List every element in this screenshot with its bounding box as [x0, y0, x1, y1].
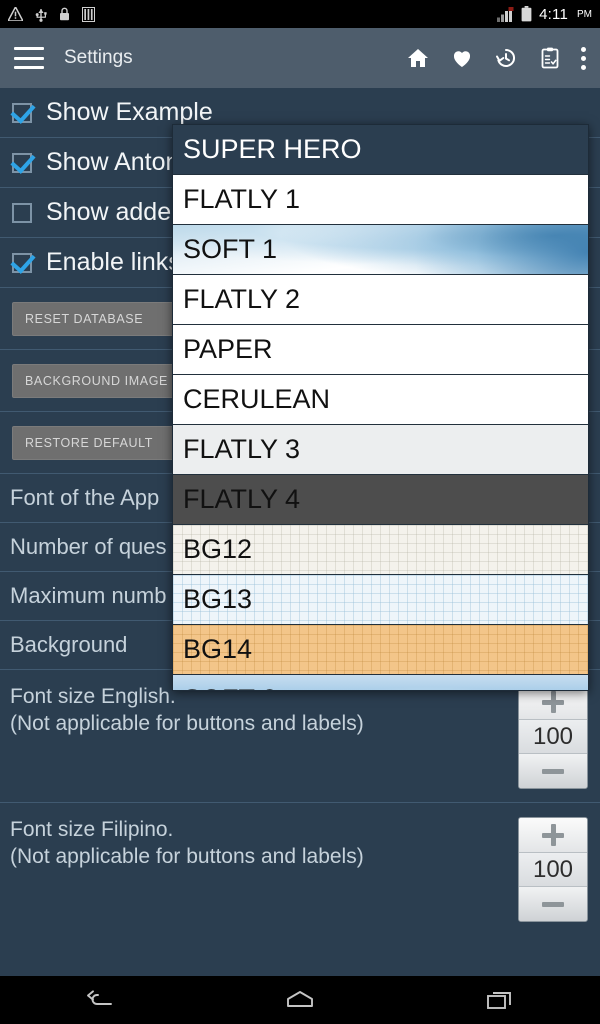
overflow-menu-icon[interactable]	[581, 45, 586, 71]
font-size-english-decrement-button[interactable]	[519, 754, 587, 788]
dropdown-item-label: BG13	[183, 584, 253, 614]
home-icon[interactable]	[405, 45, 431, 71]
font-size-filipino-stepper: 100	[518, 817, 588, 922]
setting-label: Background	[10, 632, 128, 657]
dropdown-item-label: CERULEAN	[183, 384, 331, 414]
font-size-filipino-title: Font size Filipino.	[10, 818, 174, 841]
dropdown-item-label: FLATLY 3	[183, 434, 301, 464]
font-size-filipino-note: (Not applicable for buttons and labels)	[10, 844, 364, 868]
checkbox-label: Show Example	[46, 98, 213, 126]
dropdown-item[interactable]: PAPER	[173, 325, 588, 375]
font-size-filipino-decrement-button[interactable]	[519, 887, 587, 921]
font-size-english-value[interactable]: 100	[519, 718, 587, 755]
dropdown-item-label: SUPER HERO	[183, 134, 362, 164]
font-size-filipino-text: Font size Filipino. (Not applicable for …	[10, 817, 364, 871]
usb-icon	[35, 7, 47, 22]
dropdown-item[interactable]: BG14	[173, 625, 588, 675]
setting-row-font-size-filipino: Font size Filipino. (Not applicable for …	[0, 803, 600, 936]
setting-label: Font of the App	[10, 485, 160, 510]
dropdown-item[interactable]: SOFT 1	[173, 225, 588, 275]
hamburger-menu-icon[interactable]	[14, 47, 44, 69]
dropdown-item[interactable]: SOFT 2	[173, 675, 588, 690]
dropdown-item[interactable]: FLATLY 4	[173, 475, 588, 525]
dropdown-item-label: SOFT 1	[183, 234, 278, 264]
setting-label: Number of ques	[10, 534, 167, 559]
warning-triangle-icon	[8, 7, 23, 21]
android-navigation-bar	[0, 976, 600, 1024]
checkbox-label: Enable links	[46, 248, 181, 276]
home-icon[interactable]	[255, 976, 345, 1024]
phone-screen: 4:11 PM Settings Show Example Show Anton…	[0, 0, 600, 1024]
setting-label: Maximum numb	[10, 583, 167, 608]
battery-bars-icon	[82, 6, 95, 22]
checkbox-label: Show Antony	[46, 148, 192, 176]
dropdown-item-label: BG14	[183, 634, 253, 664]
checkbox-show-antonym[interactable]	[12, 152, 32, 173]
plus-icon	[542, 823, 564, 846]
dropdown-item-label: SOFT 2	[183, 684, 277, 690]
signal-bars-icon	[497, 6, 514, 22]
dropdown-item[interactable]: CERULEAN	[173, 375, 588, 425]
page-title: Settings	[64, 47, 133, 68]
status-bar-clock: 4:11	[539, 5, 568, 23]
dropdown-item-label: BG12	[183, 534, 253, 564]
status-bar-left-icons	[8, 6, 95, 22]
font-size-filipino-increment-button[interactable]	[519, 818, 587, 852]
dropdown-item-label: FLATLY 4	[183, 484, 301, 514]
dropdown-item-label: FLATLY 1	[183, 184, 301, 214]
status-bar: 4:11 PM	[0, 0, 600, 28]
checkbox-show-added-words[interactable]	[12, 202, 32, 223]
dropdown-item[interactable]: SUPER HERO	[173, 125, 588, 175]
font-size-english-stepper: 100	[518, 684, 588, 789]
dropdown-item[interactable]: FLATLY 1	[173, 175, 588, 225]
dropdown-item-label: FLATLY 2	[183, 284, 301, 314]
dropdown-item[interactable]: FLATLY 2	[173, 275, 588, 325]
lock-icon	[59, 7, 70, 21]
dropdown-item-label: PAPER	[183, 334, 273, 364]
checkbox-show-example[interactable]	[12, 102, 32, 123]
back-icon[interactable]	[55, 976, 145, 1024]
font-size-english-note: (Not applicable for buttons and labels)	[10, 711, 364, 735]
background-theme-dropdown[interactable]: SUPER HERO FLATLY 1 SOFT 1 FLATLY 2 PAPER CER…	[172, 124, 589, 691]
status-bar-right-icons: 4:11 PM	[497, 6, 592, 23]
app-bar-actions	[405, 45, 586, 71]
battery-icon	[521, 6, 532, 22]
app-bar: Settings	[0, 28, 600, 88]
minus-icon	[542, 893, 564, 915]
status-bar-meridiem: PM	[577, 8, 592, 20]
font-size-english-text: Font size English. (Not applicable for b…	[10, 684, 364, 738]
dropdown-item[interactable]: BG13	[173, 575, 588, 625]
checkbox-enable-links[interactable]	[12, 252, 32, 273]
clipboard-icon[interactable]	[537, 45, 563, 71]
heart-icon[interactable]	[449, 45, 475, 71]
minus-icon	[542, 760, 564, 782]
history-icon[interactable]	[493, 45, 519, 71]
dropdown-item[interactable]: FLATLY 3	[173, 425, 588, 475]
plus-icon	[542, 690, 564, 713]
dropdown-item[interactable]: BG12	[173, 525, 588, 575]
font-size-filipino-value[interactable]: 100	[519, 851, 587, 888]
recent-apps-icon[interactable]	[455, 976, 545, 1024]
